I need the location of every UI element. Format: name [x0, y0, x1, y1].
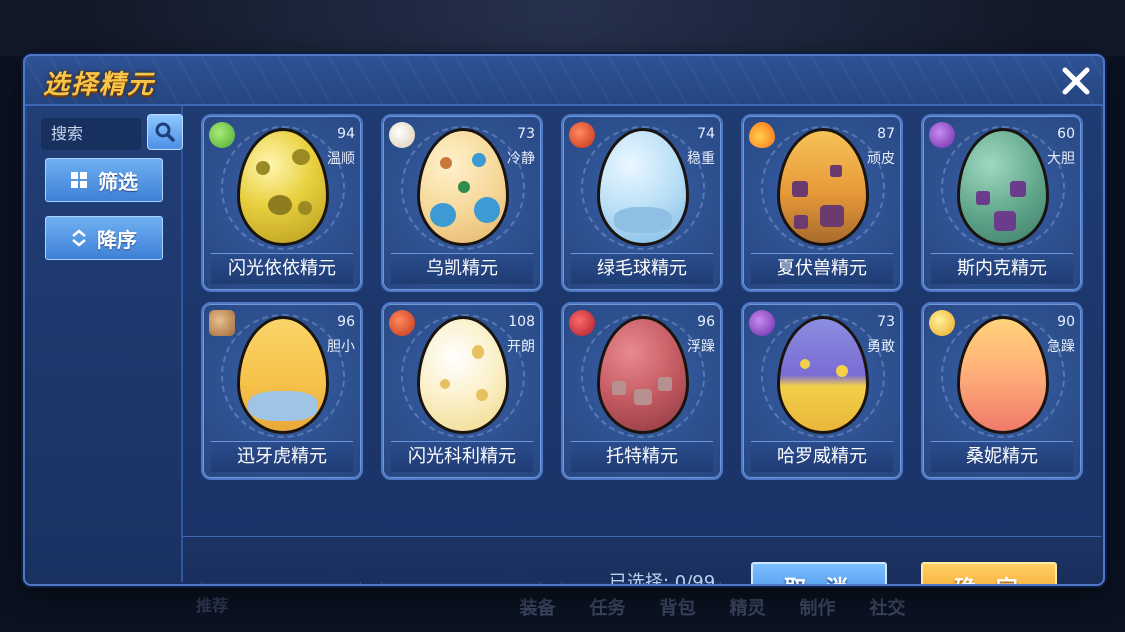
electric-icon [929, 310, 955, 336]
fire-icon [749, 122, 775, 148]
sort-button[interactable]: 降序 [45, 216, 163, 260]
modal-header: 选择精元 [25, 56, 1103, 106]
claw-icon [569, 310, 595, 336]
card-nature: 孤独 [506, 585, 532, 586]
card-name: 托特精元 [571, 441, 713, 472]
card-name: 迅牙虎精元 [211, 441, 353, 472]
card-nature: 顽皮 [867, 151, 895, 167]
card-name: 桑妮精元 [931, 441, 1073, 472]
nav-item: 精灵 [729, 598, 766, 619]
essence-card[interactable]: 87 顽皮 夏伏兽精元 [741, 114, 903, 292]
nav-item: 任务 [589, 598, 626, 619]
card-level: 73 [517, 126, 535, 142]
card-level: 60 [1057, 126, 1075, 142]
card-name: 哈罗威精元 [751, 441, 893, 472]
card-name: 乌凯精元 [391, 253, 533, 284]
card-level: 90 [1057, 314, 1075, 330]
card-level: 96 [337, 314, 355, 330]
cancel-button[interactable]: 取 消 [751, 562, 887, 584]
poison-icon [929, 122, 955, 148]
sort-arrows-icon [72, 229, 86, 247]
select-essence-modal: 选择精元 搜索 筛选 降序 94 温顺 闪光依依精元 73 冷静 乌凯精元 74… [23, 54, 1105, 586]
background-nav: 装备 任务 背包 精灵 制作 社交 [0, 582, 1125, 632]
sidebar: 搜索 筛选 降序 [27, 106, 183, 582]
essence-card[interactable]: 96 胆小 迅牙虎精元 [201, 302, 363, 480]
card-level: 96 [697, 314, 715, 330]
filter-label: 筛选 [98, 169, 138, 194]
card-nature: 冷静 [507, 151, 535, 167]
card-level: 87 [877, 126, 895, 142]
modal-title: 选择精元 [43, 70, 156, 100]
nav-item: 装备 [519, 598, 556, 619]
card-nature: 稳重 [687, 151, 715, 167]
nav-item: 社交 [869, 598, 906, 619]
essence-grid: 94 温顺 闪光依依精元 73 冷静 乌凯精元 74 稳重 绿毛球精元 87 顽… [183, 106, 1101, 584]
essence-card[interactable]: 96 浮躁 托特精元 [561, 302, 723, 480]
card-nature: 急躁 [1047, 339, 1075, 355]
card-level: 94 [337, 126, 355, 142]
grass-icon [209, 122, 235, 148]
background-top-bar [0, 0, 1125, 56]
grid-icon [71, 172, 87, 188]
essence-card[interactable]: 74 稳重 绿毛球精元 [561, 114, 723, 292]
card-name: 斯内克精元 [931, 253, 1073, 284]
card-nature: 勇敢 [867, 339, 895, 355]
sort-label: 降序 [97, 227, 137, 252]
wing-icon [389, 122, 415, 148]
nav-item: 制作 [799, 598, 836, 619]
card-level: 74 [697, 126, 715, 142]
search-button[interactable] [147, 114, 183, 150]
close-button[interactable] [1057, 62, 1095, 100]
card-nature: 浮躁 [687, 339, 715, 355]
card-name: 夏伏兽精元 [751, 253, 893, 284]
essence-card[interactable]: 73 冷静 乌凯精元 [381, 114, 543, 292]
confirm-button[interactable]: 确 定 [921, 562, 1057, 584]
card-level: 108 [508, 314, 535, 330]
essence-card[interactable]: 94 温顺 闪光依依精元 [201, 114, 363, 292]
card-nature: 胆小 [327, 339, 355, 355]
card-nature: 固执 [326, 585, 352, 586]
essence-card[interactable]: 60 大胆 斯内克精元 [921, 114, 1083, 292]
card-name: 闪光依依精元 [211, 253, 353, 284]
essence-card[interactable]: 108 开朗 闪光科利精元 [381, 302, 543, 480]
fire-beast-icon [569, 122, 595, 148]
card-nature: 大胆 [1047, 151, 1075, 167]
nav-item: 背包 [659, 598, 696, 619]
card-level: 73 [877, 314, 895, 330]
search-icon [155, 122, 175, 142]
essence-card[interactable]: 73 勇敢 哈罗威精元 [741, 302, 903, 480]
search-input[interactable]: 搜索 [41, 118, 141, 150]
selected-count: 已选择: 0/99 [609, 572, 716, 586]
filter-button[interactable]: 筛选 [45, 158, 163, 202]
fire-beast-icon [389, 310, 415, 336]
close-icon [1062, 67, 1090, 95]
poison-icon [749, 310, 775, 336]
rock-icon [209, 310, 235, 336]
card-nature: 开朗 [507, 339, 535, 355]
essence-card[interactable]: 90 急躁 桑妮精元 [921, 302, 1083, 480]
card-name: 绿毛球精元 [571, 253, 713, 284]
card-name: 闪光科利精元 [391, 441, 533, 472]
card-nature: 温顺 [327, 151, 355, 167]
